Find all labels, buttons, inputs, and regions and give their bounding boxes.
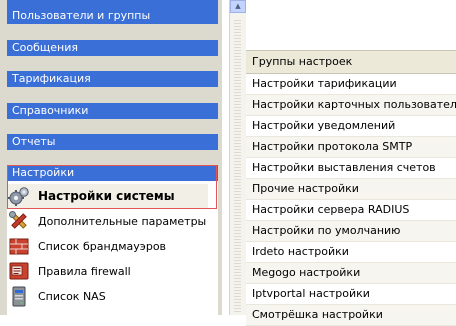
table-toolbar-area — [246, 0, 456, 50]
sidebar: Пользователи и группы Сообщения Тарифика… — [0, 0, 222, 315]
nav-item-nas-list[interactable]: Список NAS — [8, 284, 208, 308]
selection-outline — [7, 165, 217, 209]
table-row[interactable]: Megogo настройки — [246, 263, 456, 284]
table-row[interactable]: Настройки уведомлений — [246, 116, 456, 137]
table-row[interactable]: Прочие настройки — [246, 179, 456, 200]
firewall-icon — [9, 238, 29, 255]
table-row[interactable]: Настройки тарификации — [246, 74, 456, 95]
table-row[interactable]: Irdeto настройки — [246, 242, 456, 263]
firewall-rules-icon — [9, 262, 29, 280]
section-reports[interactable]: Отчеты — [7, 134, 218, 150]
nav-item-additional-params[interactable]: Дополнительные параметры — [8, 209, 208, 233]
section-references[interactable]: Справочники — [7, 103, 218, 119]
scroll-track[interactable] — [234, 20, 241, 312]
nav-item-label: Список брандмауэров — [38, 239, 167, 253]
table-row[interactable]: Настройки протокола SMTP — [246, 137, 456, 158]
server-icon — [12, 286, 26, 307]
nav-item-label: Дополнительные параметры — [38, 214, 207, 228]
section-users-groups[interactable]: Пользователи и группы — [7, 0, 218, 24]
section-tariffs[interactable]: Тарификация — [7, 71, 218, 87]
table-row[interactable]: Настройки сервера RADIUS — [246, 200, 456, 221]
tools-icon — [9, 211, 27, 229]
table-row[interactable]: Смотрёшка настройки — [246, 305, 456, 326]
settings-groups-table: Группы настроек Настройки тарификации На… — [246, 0, 456, 326]
table-row[interactable]: Настройки карточных пользователей — [246, 95, 456, 116]
table-row[interactable]: Настройки выставления счетов — [246, 158, 456, 179]
table-row[interactable]: Настройки по умолчанию — [246, 221, 456, 242]
section-messages[interactable]: Сообщения — [7, 40, 218, 56]
column-header[interactable]: Группы настроек — [246, 50, 456, 74]
nav-item-label: Список NAS — [38, 289, 106, 303]
nav-item-label: Правила firewall — [38, 264, 131, 278]
nav-item-firewall-list[interactable]: Список брандмауэров — [8, 234, 208, 258]
sidebar-scrollbar[interactable]: ▲ — [229, 0, 246, 315]
table-row[interactable]: Iptvportal настройки — [246, 284, 456, 305]
scroll-up-arrow-icon[interactable]: ▲ — [230, 0, 246, 13]
nav-item-firewall-rules[interactable]: Правила firewall — [8, 259, 208, 283]
